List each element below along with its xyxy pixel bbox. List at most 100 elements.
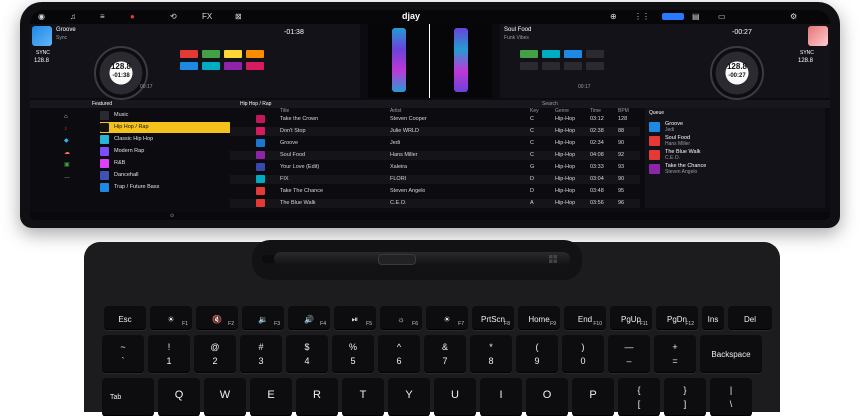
key-label: P xyxy=(589,389,597,401)
key-num-9[interactable]: (9 xyxy=(516,335,558,373)
key-shift-label: ~ xyxy=(120,342,126,352)
key-num-3[interactable]: #3 xyxy=(240,335,282,373)
key-p[interactable]: P xyxy=(572,378,614,416)
key-fn-13[interactable]: Ins xyxy=(702,306,724,330)
key-fn-10[interactable]: End F10 xyxy=(564,306,606,330)
key-shift-label: ) xyxy=(581,342,585,352)
key-fn-8[interactable]: PrtScn F8 xyxy=(472,306,514,330)
key-shift-label: — xyxy=(624,342,634,352)
key-y[interactable]: Y xyxy=(388,378,430,416)
key-fn-label: F4 xyxy=(320,321,326,327)
key-label: 3 xyxy=(258,356,264,366)
key-o[interactable]: O xyxy=(526,378,568,416)
key-shift-label: ( xyxy=(535,342,539,352)
key-shift-label: & xyxy=(441,342,448,352)
key-i[interactable]: I xyxy=(480,378,522,416)
key-label: Q xyxy=(174,389,184,401)
key-e[interactable]: E xyxy=(250,378,292,416)
key-shift-label: { xyxy=(637,385,641,395)
key-label: U xyxy=(451,389,459,401)
key-num-11[interactable]: — – xyxy=(608,335,650,373)
key-label: Esc xyxy=(118,315,132,324)
key-label: 2 xyxy=(212,356,218,366)
key-fn-14[interactable]: Del xyxy=(728,306,772,330)
key-shift-label: + xyxy=(672,342,678,352)
key-shift-label: * xyxy=(489,342,493,352)
key-fn-11[interactable]: PgUp F11 xyxy=(610,306,652,330)
key-fn-label: F5 xyxy=(366,321,372,327)
tab-key[interactable]: Tab xyxy=(102,378,154,416)
key-label: W xyxy=(219,389,231,401)
key-num-6[interactable]: ^ 6 xyxy=(378,335,420,373)
key-label: – xyxy=(626,356,632,366)
key-r[interactable]: R xyxy=(296,378,338,416)
key-num-5[interactable]: % 5 xyxy=(332,335,374,373)
key-fn-label: F2 xyxy=(228,321,234,327)
key-label: 1 xyxy=(166,356,172,366)
key-num-8[interactable]: * 8 xyxy=(470,335,512,373)
key-num-10[interactable]: ) 0 xyxy=(562,335,604,373)
key-fn-3[interactable]: 🔉 F3 xyxy=(242,306,284,330)
key-fn-label: F1 xyxy=(182,321,188,327)
key-label: O xyxy=(542,389,552,401)
key-label: R xyxy=(313,389,321,401)
key-shift-label: @ xyxy=(210,342,220,352)
key-label: 7 xyxy=(442,356,448,366)
backspace-key[interactable]: Backspace xyxy=(700,335,762,373)
key-shift-label: % xyxy=(348,342,357,352)
key-fn-4[interactable]: 🔊 F4 xyxy=(288,306,330,330)
key-label: ` xyxy=(121,356,125,366)
key-label: \ xyxy=(729,399,733,409)
key-fn-label: F9 xyxy=(550,321,556,327)
key-num-12[interactable]: + = xyxy=(654,335,696,373)
key-fn-7[interactable]: ☀ F7 xyxy=(426,306,468,330)
key-label: Ins xyxy=(707,315,719,324)
key-fn-0[interactable]: Esc xyxy=(104,306,146,330)
key-fn-5[interactable]: ⏯ F5 xyxy=(334,306,376,330)
key-label: 9 xyxy=(534,356,540,366)
key-label: Y xyxy=(405,389,413,401)
key-label: E xyxy=(267,389,275,401)
key-label: 6 xyxy=(396,356,402,366)
key-label: 8 xyxy=(488,356,494,366)
key-t[interactable]: T xyxy=(342,378,384,416)
key-fn-label: F6 xyxy=(412,321,418,327)
key-label: I xyxy=(499,389,503,401)
key-label: 4 xyxy=(304,356,310,366)
key-bracket-2[interactable]: | \ xyxy=(710,378,752,416)
key-fn-2[interactable]: 🔇 F2 xyxy=(196,306,238,330)
key-label: 5 xyxy=(350,356,356,366)
key-label: 0 xyxy=(580,356,586,366)
key-label: = xyxy=(672,356,678,366)
key-label: ] xyxy=(683,399,687,409)
key-fn-label: F10 xyxy=(593,321,602,327)
key-q[interactable]: Q xyxy=(158,378,200,416)
key-label: [ xyxy=(637,399,641,409)
key-num-4[interactable]: $4 xyxy=(286,335,328,373)
key-bracket-0[interactable]: {[ xyxy=(618,378,660,416)
key-shift-label: ^ xyxy=(396,342,402,352)
key-w[interactable]: W xyxy=(204,378,246,416)
key-fn-label: F11 xyxy=(639,321,648,327)
key-fn-label: F8 xyxy=(504,321,510,327)
key-shift-label: # xyxy=(258,342,264,352)
key-num-2[interactable]: @2 xyxy=(194,335,236,373)
key-bracket-1[interactable]: }] xyxy=(664,378,706,416)
key-num-7[interactable]: & 7 xyxy=(424,335,466,373)
key-shift-label: | xyxy=(729,385,733,395)
key-u[interactable]: U xyxy=(434,378,476,416)
key-fn-label: F7 xyxy=(458,321,464,327)
key-label: T xyxy=(359,389,367,401)
key-fn-9[interactable]: Home F9 xyxy=(518,306,560,330)
key-label: Tab xyxy=(110,394,122,401)
key-shift-label: } xyxy=(683,385,687,395)
key-label: Backspace xyxy=(711,350,751,359)
key-num-1[interactable]: ! 1 xyxy=(148,335,190,373)
key-shift-label: $ xyxy=(304,342,310,352)
key-num-0[interactable]: ~ ` xyxy=(102,335,144,373)
key-fn-12[interactable]: PgDn F12 xyxy=(656,306,698,330)
key-fn-label: F12 xyxy=(685,321,694,327)
key-fn-1[interactable]: ☀ F1 xyxy=(150,306,192,330)
key-label: Del xyxy=(743,315,756,324)
key-fn-6[interactable]: ☼ F6 xyxy=(380,306,422,330)
